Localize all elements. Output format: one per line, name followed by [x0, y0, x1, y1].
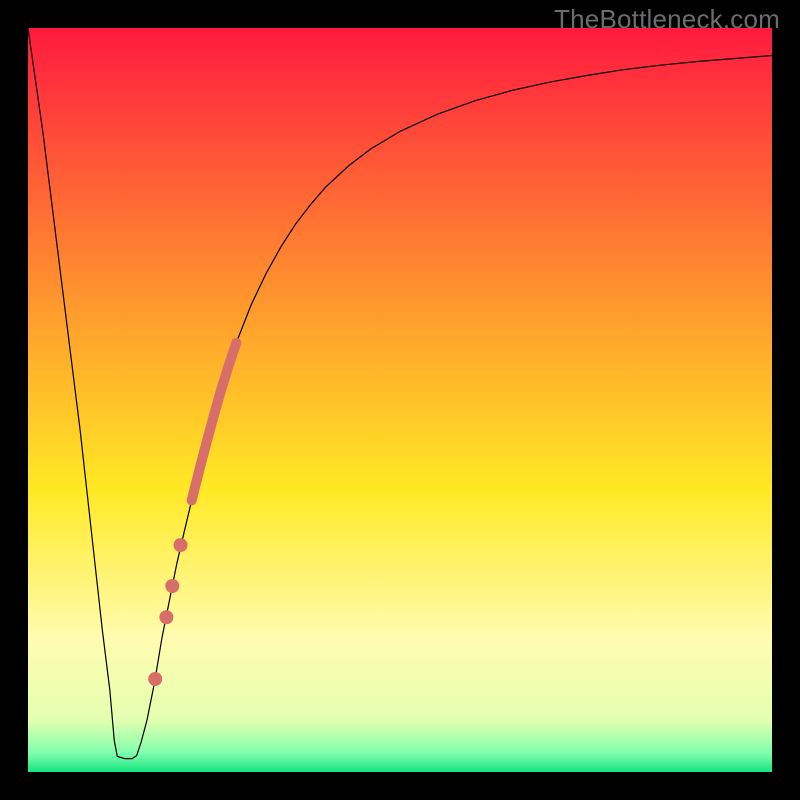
- series-dots-point: [159, 610, 173, 624]
- series-dots-point: [165, 579, 179, 593]
- chart-frame: TheBottleneck.com: [0, 0, 800, 800]
- plot-background: [28, 28, 772, 772]
- chart-plot: [28, 28, 772, 772]
- series-dots-point: [174, 538, 188, 552]
- series-dots-point: [148, 672, 162, 686]
